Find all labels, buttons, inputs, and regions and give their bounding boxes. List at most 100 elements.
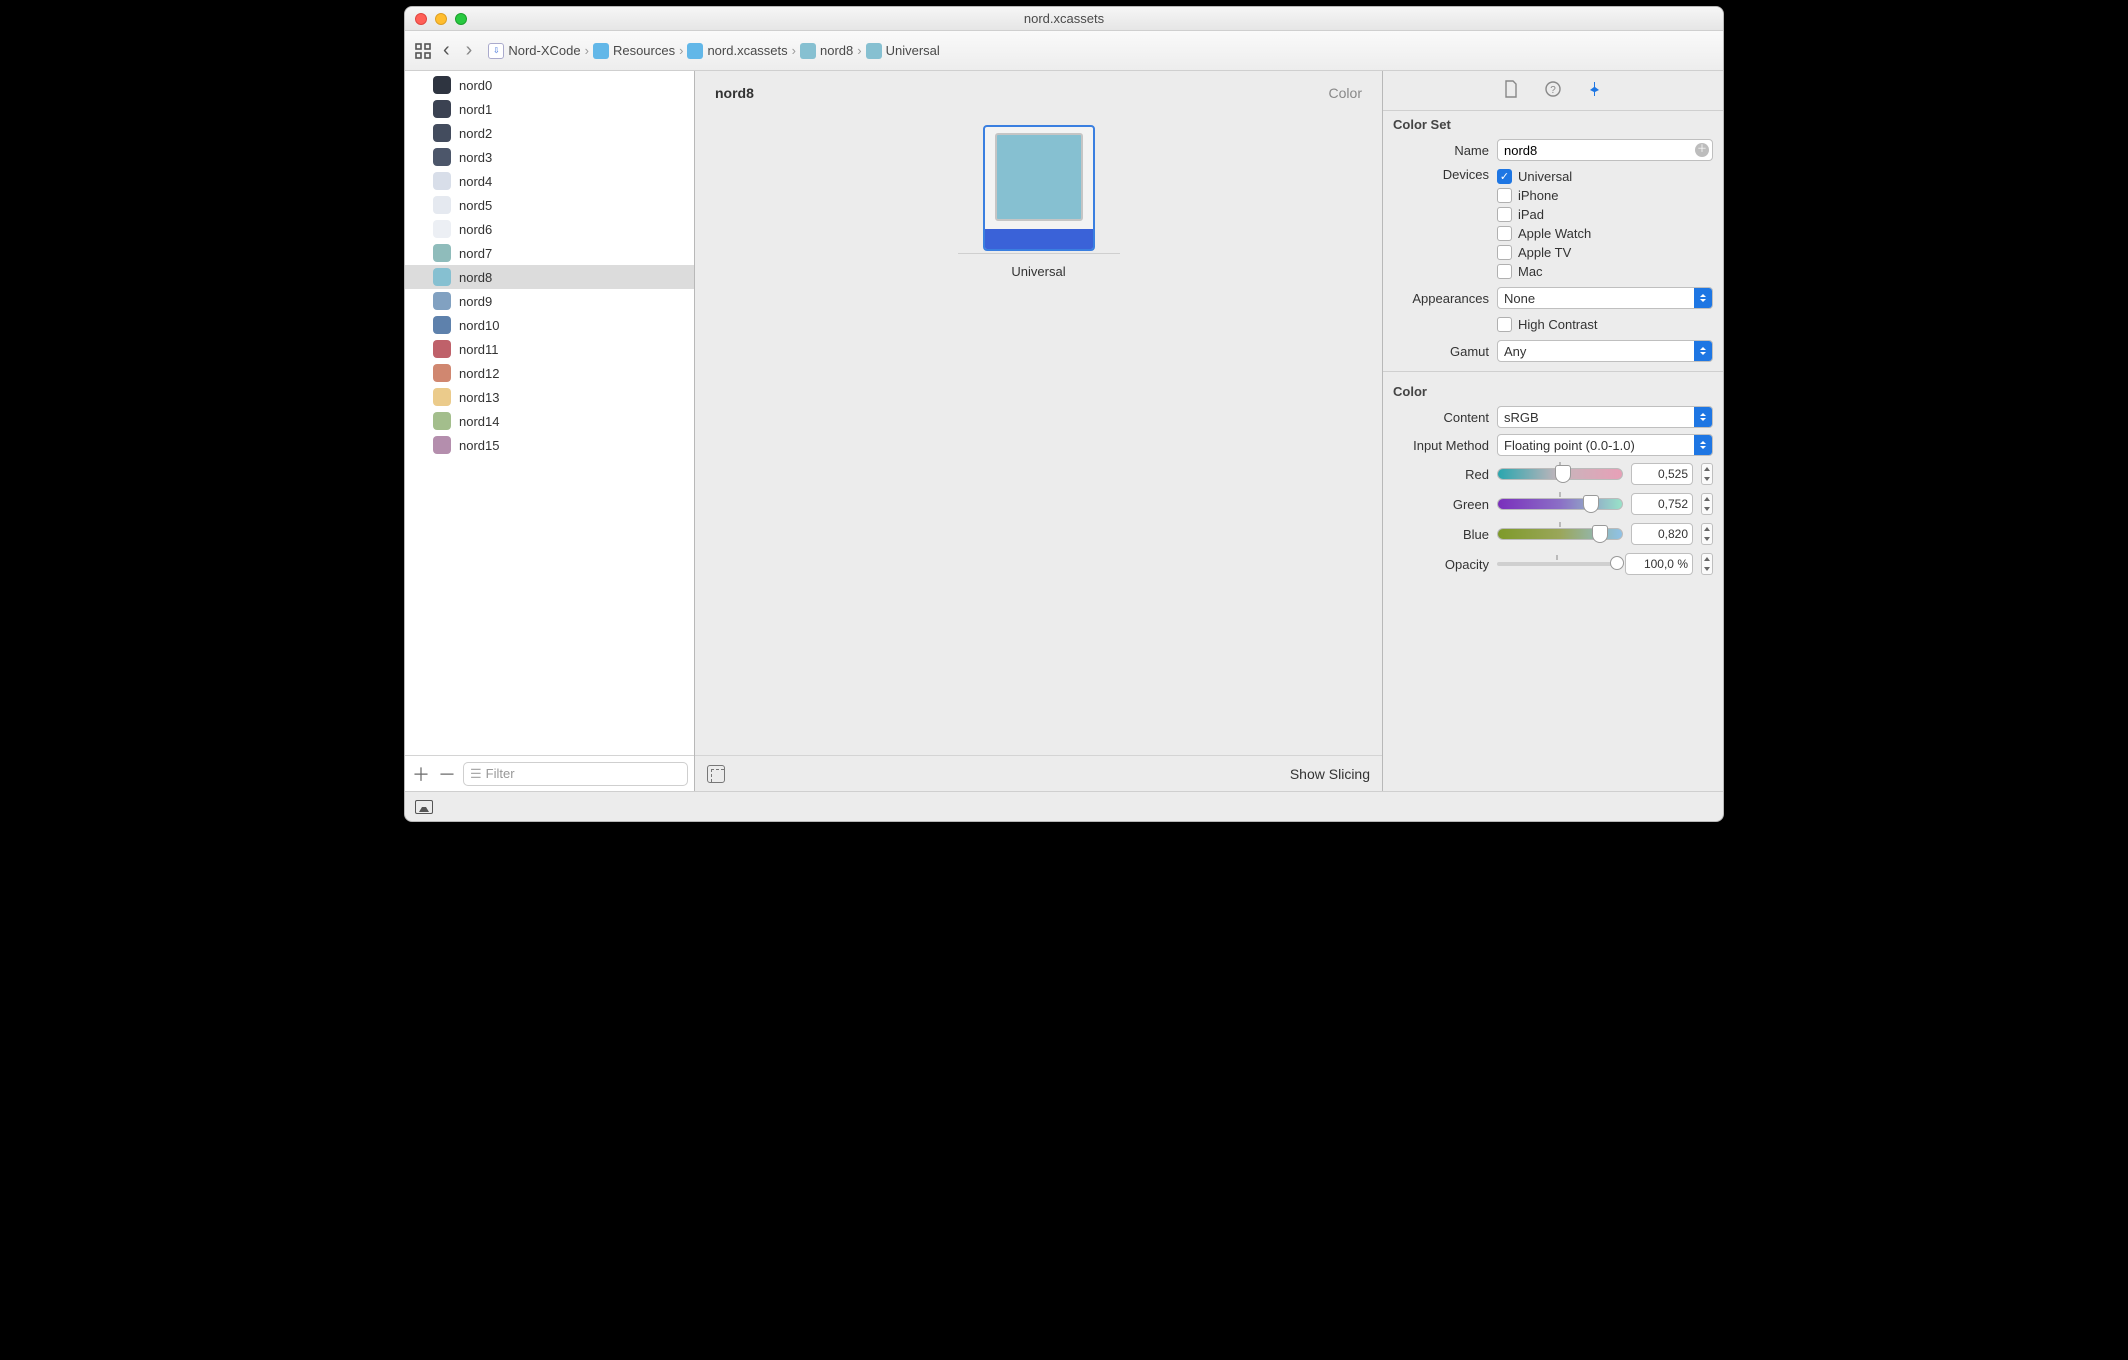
asset-canvas: nord8 Color Universal Show Slicing xyxy=(695,71,1383,791)
quickhelp-tab-icon[interactable]: ? xyxy=(1544,80,1562,101)
slider-thumb[interactable] xyxy=(1583,495,1599,513)
color-list-item-label: nord0 xyxy=(459,78,492,93)
color-well-selection-bar xyxy=(985,229,1093,249)
asset-catalog-icon xyxy=(687,43,703,59)
breadcrumb-item[interactable]: nord8 xyxy=(820,43,853,58)
color-swatch-icon xyxy=(433,76,451,94)
color-list-item-label: nord4 xyxy=(459,174,492,189)
breadcrumb-item[interactable]: Nord-XCode xyxy=(508,43,580,58)
input-method-popup[interactable]: Floating point (0.0-1.0) xyxy=(1497,434,1713,456)
green-stepper[interactable] xyxy=(1701,493,1713,515)
color-list-item[interactable]: nord11 xyxy=(405,337,694,361)
add-asset-button[interactable]: ＋ xyxy=(411,764,431,784)
color-swatch-icon xyxy=(433,268,451,286)
color-list-item[interactable]: nord10 xyxy=(405,313,694,337)
chevron-updown-icon xyxy=(1694,435,1712,455)
color-list-item[interactable]: nord8 xyxy=(405,265,694,289)
device-checkbox[interactable]: Apple TV xyxy=(1497,243,1713,262)
breadcrumb-item[interactable]: Resources xyxy=(613,43,675,58)
color-list-item[interactable]: nord3 xyxy=(405,145,694,169)
color-list-item-label: nord5 xyxy=(459,198,492,213)
color-list-item[interactable]: nord2 xyxy=(405,121,694,145)
device-checkbox[interactable]: iPad xyxy=(1497,205,1713,224)
color-list-item[interactable]: nord4 xyxy=(405,169,694,193)
devices-group: ✓UniversaliPhoneiPadApple WatchApple TVM… xyxy=(1497,167,1713,281)
breadcrumb-item[interactable]: Universal xyxy=(886,43,940,58)
green-value[interactable]: 0,752 xyxy=(1631,493,1693,515)
remove-asset-button[interactable]: － xyxy=(437,764,457,784)
slider-thumb[interactable] xyxy=(1555,465,1571,483)
color-list-item[interactable]: nord0 xyxy=(405,73,694,97)
color-list-item[interactable]: nord13 xyxy=(405,385,694,409)
color-swatch-icon xyxy=(433,244,451,262)
sidebar-bottom-bar: ＋ － ☰ Filter xyxy=(405,755,694,791)
toolbar: ‹ › ⇩Nord-XCode›Resources›nord.xcassets›… xyxy=(405,31,1723,71)
svg-text:?: ? xyxy=(1550,85,1556,96)
color-list-item-label: nord3 xyxy=(459,150,492,165)
show-slicing-button[interactable]: Show Slicing xyxy=(1290,766,1370,782)
color-list-item[interactable]: nord6 xyxy=(405,217,694,241)
chevron-updown-icon xyxy=(1694,288,1712,308)
name-input[interactable] xyxy=(1497,139,1713,161)
color-list-item[interactable]: nord7 xyxy=(405,241,694,265)
red-stepper[interactable] xyxy=(1701,463,1713,485)
blue-stepper[interactable] xyxy=(1701,523,1713,545)
appearances-popup[interactable]: None xyxy=(1497,287,1713,309)
blue-value[interactable]: 0,820 xyxy=(1631,523,1693,545)
well-underline xyxy=(958,253,1120,254)
content-popup[interactable]: sRGB xyxy=(1497,406,1713,428)
content-label: Content xyxy=(1393,410,1489,425)
color-swatch-icon xyxy=(433,220,451,238)
green-slider[interactable] xyxy=(1497,498,1623,510)
folder-icon xyxy=(593,43,609,59)
canvas-asset-type: Color xyxy=(1329,85,1362,101)
color-list-item[interactable]: nord15 xyxy=(405,433,694,457)
opacity-value[interactable]: 100,0 % xyxy=(1625,553,1693,575)
red-value[interactable]: 0,525 xyxy=(1631,463,1693,485)
filter-input[interactable]: ☰ Filter xyxy=(463,762,688,786)
device-checkbox[interactable]: iPhone xyxy=(1497,186,1713,205)
section-color-title: Color xyxy=(1383,378,1723,403)
high-contrast-checkbox[interactable]: High Contrast xyxy=(1497,315,1713,334)
color-list-item-label: nord13 xyxy=(459,390,499,405)
blue-slider[interactable] xyxy=(1497,528,1623,540)
device-checkbox[interactable]: Mac xyxy=(1497,262,1713,281)
clear-name-button[interactable]: ＋ xyxy=(1695,143,1709,157)
back-button[interactable]: ‹ xyxy=(437,39,456,62)
related-items-icon[interactable] xyxy=(413,41,433,61)
debug-area-toggle-icon[interactable] xyxy=(415,800,433,814)
slider-thumb[interactable] xyxy=(1610,556,1624,570)
color-list-item-label: nord11 xyxy=(459,342,499,357)
forward-button[interactable]: › xyxy=(460,39,479,62)
color-list-item[interactable]: nord5 xyxy=(405,193,694,217)
bottom-bar xyxy=(405,791,1723,821)
color-swatch-icon xyxy=(433,292,451,310)
color-swatch-icon xyxy=(433,364,451,382)
color-list-item-label: nord8 xyxy=(459,270,492,285)
color-well[interactable]: Universal xyxy=(958,125,1120,279)
devices-label: Devices xyxy=(1393,167,1489,182)
color-list-item[interactable]: nord9 xyxy=(405,289,694,313)
opacity-slider[interactable] xyxy=(1497,562,1617,566)
color-list-item[interactable]: nord1 xyxy=(405,97,694,121)
attributes-tab-icon[interactable] xyxy=(1586,80,1604,101)
opacity-stepper[interactable] xyxy=(1701,553,1713,575)
attributes-inspector: ? Color Set Name ＋ Devices ✓UniversaliPh… xyxy=(1383,71,1723,791)
color-list-item[interactable]: nord14 xyxy=(405,409,694,433)
slider-thumb[interactable] xyxy=(1592,525,1608,543)
breadcrumb[interactable]: ⇩Nord-XCode›Resources›nord.xcassets›nord… xyxy=(488,43,939,59)
color-list-item-label: nord9 xyxy=(459,294,492,309)
color-set-list[interactable]: nord0 nord1nord2 nord3 nord4 nord5 nord6nord7… xyxy=(405,71,694,755)
color-list-item[interactable]: nord12 xyxy=(405,361,694,385)
titlebar: nord.xcassets xyxy=(405,7,1723,31)
device-checkbox[interactable]: ✓Universal xyxy=(1497,167,1713,186)
gamut-popup[interactable]: Any xyxy=(1497,340,1713,362)
file-tab-icon[interactable] xyxy=(1502,80,1520,101)
filter-placeholder: Filter xyxy=(486,766,515,781)
chevron-updown-icon xyxy=(1694,341,1712,361)
device-checkbox[interactable]: Apple Watch xyxy=(1497,224,1713,243)
red-slider[interactable] xyxy=(1497,468,1623,480)
breadcrumb-item[interactable]: nord.xcassets xyxy=(707,43,787,58)
appearances-label: Appearances xyxy=(1393,291,1489,306)
media-library-button[interactable] xyxy=(707,765,725,783)
